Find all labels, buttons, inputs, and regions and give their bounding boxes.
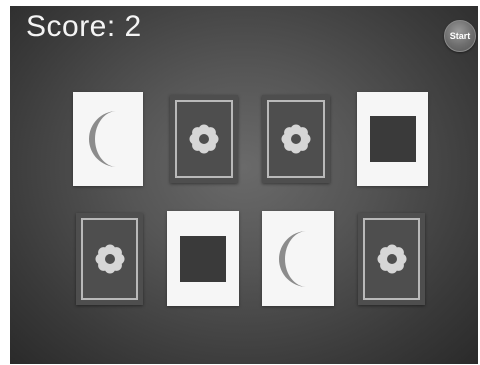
card-r2-c2[interactable] [167, 211, 239, 306]
square-icon [180, 235, 226, 282]
start-button[interactable]: Start [444, 20, 476, 52]
flower-icon [281, 124, 311, 154]
card-r1-c2[interactable] [170, 95, 238, 183]
flower-icon [189, 124, 219, 154]
card-r2-c3[interactable] [262, 211, 334, 306]
card-r2-c1[interactable] [76, 213, 143, 305]
card-r1-c1[interactable] [73, 92, 143, 186]
moon-icon [279, 230, 307, 287]
game-board: Score: 2 Start [10, 6, 478, 364]
square-icon [369, 116, 416, 162]
card-r2-c4[interactable] [358, 213, 425, 305]
card-r1-c3[interactable] [262, 95, 330, 183]
moon-icon [89, 111, 117, 167]
flower-icon [377, 244, 406, 274]
score-label: Score: 2 [26, 10, 142, 43]
card-r1-c4[interactable] [357, 92, 428, 186]
flower-icon [95, 244, 124, 274]
